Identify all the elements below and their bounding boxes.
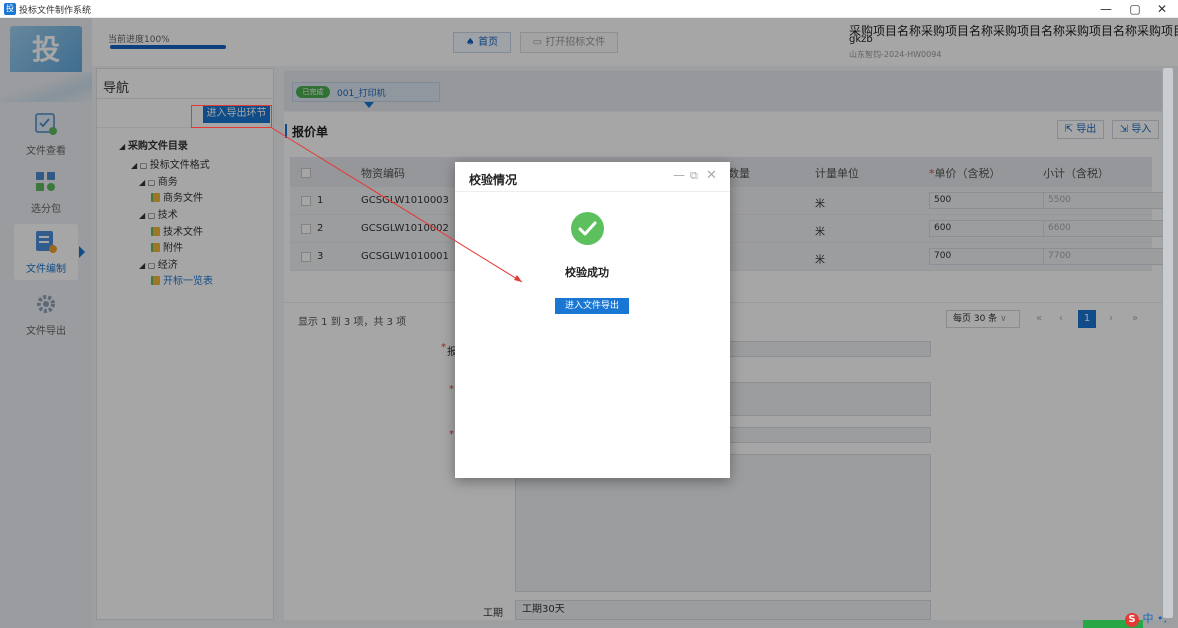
close-button[interactable]: ✕ xyxy=(1152,1,1172,17)
dialog-minimize-icon[interactable]: — xyxy=(673,168,685,182)
dialog-title: 校验情况 xyxy=(469,173,518,187)
title-bar: 投 投标文件制作系统 — ▢ ✕ xyxy=(0,0,1178,18)
validation-dialog xyxy=(455,162,730,478)
maximize-button[interactable]: ▢ xyxy=(1125,1,1145,17)
success-message: 校验成功 xyxy=(565,266,609,279)
window-title: 投标文件制作系统 xyxy=(19,6,92,16)
ime-indicator[interactable]: S 中 •, xyxy=(1125,610,1167,627)
app-icon: 投 xyxy=(4,3,16,15)
annotation-box xyxy=(191,105,272,128)
ime-text: 中 •, xyxy=(1142,612,1167,625)
dialog-divider xyxy=(455,191,730,192)
dialog-close-icon[interactable]: ✕ xyxy=(706,168,717,183)
enter-file-export-button[interactable]: 进入文件导出 xyxy=(555,298,629,314)
success-check-icon xyxy=(571,212,604,245)
scrollbar[interactable] xyxy=(1163,68,1173,618)
ime-logo-icon: S xyxy=(1125,613,1139,627)
dialog-maximize-icon[interactable]: ⧉ xyxy=(690,169,698,183)
minimize-button[interactable]: — xyxy=(1096,1,1116,17)
